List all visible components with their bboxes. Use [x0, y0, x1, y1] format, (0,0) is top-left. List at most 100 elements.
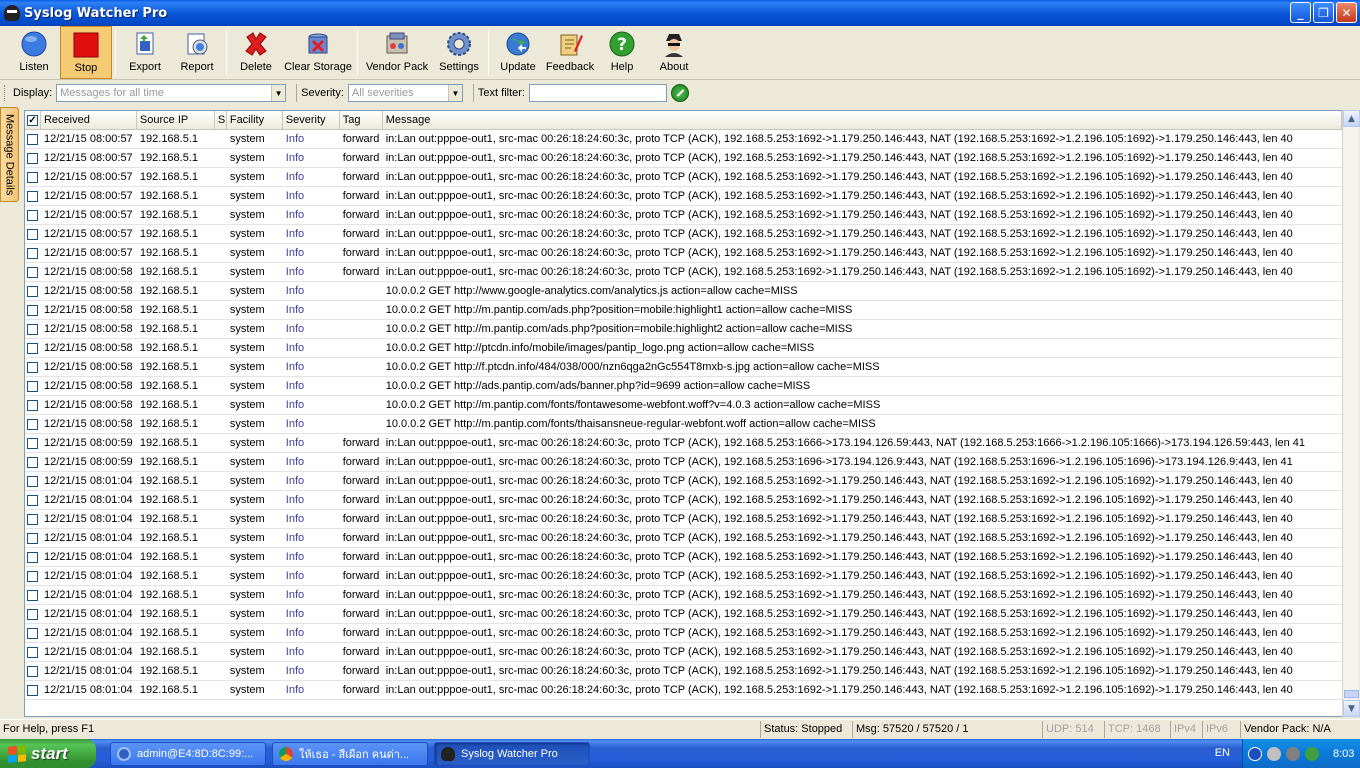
row-checkbox[interactable]	[27, 342, 39, 354]
settings-button[interactable]: Settings	[433, 26, 485, 79]
row-checkbox[interactable]	[27, 304, 39, 316]
row-checkbox[interactable]	[27, 266, 39, 278]
row-checkbox[interactable]	[27, 551, 39, 563]
row-checkbox[interactable]	[27, 190, 39, 202]
text-filter-input[interactable]	[529, 84, 667, 102]
table-row[interactable]: 12/21/15 08:00:58 192.168.5.1 system Info 10…	[25, 301, 1342, 320]
feedback-button[interactable]: Feedback	[544, 26, 596, 79]
row-checkbox[interactable]	[27, 152, 39, 164]
row-checkbox[interactable]	[27, 323, 39, 335]
apply-filter-button[interactable]	[671, 84, 689, 102]
row-checkbox[interactable]	[27, 494, 39, 506]
taskbar-item-terminal[interactable]: admin@E4:8D:8C:99:...	[110, 741, 266, 766]
column-facility[interactable]: Facility	[227, 111, 283, 129]
row-checkbox[interactable]	[27, 646, 39, 658]
table-row[interactable]: 12/21/15 08:00:57 192.168.5.1 system Info fo…	[25, 206, 1342, 225]
table-row[interactable]: 12/21/15 08:01:04 192.168.5.1 system Info fo…	[25, 548, 1342, 567]
table-row[interactable]: 12/21/15 08:01:04 192.168.5.1 system Info fo…	[25, 624, 1342, 643]
row-checkbox[interactable]	[27, 247, 39, 259]
row-checkbox[interactable]	[27, 532, 39, 544]
table-row[interactable]: 12/21/15 08:00:58 192.168.5.1 system Info fo…	[25, 263, 1342, 282]
row-checkbox[interactable]	[27, 399, 39, 411]
row-checkbox[interactable]	[27, 133, 39, 145]
table-row[interactable]: 12/21/15 08:01:04 192.168.5.1 system Info fo…	[25, 491, 1342, 510]
stop-button[interactable]: Stop	[60, 26, 112, 79]
table-row[interactable]: 12/21/15 08:00:57 192.168.5.1 system Info fo…	[25, 149, 1342, 168]
export-button[interactable]: Export	[119, 26, 171, 79]
minimize-button[interactable]: _	[1290, 2, 1311, 23]
listen-button[interactable]: Listen	[8, 26, 60, 79]
column-tag[interactable]: Tag	[340, 111, 383, 129]
scroll-down-icon[interactable]: ▼	[1343, 700, 1360, 717]
vertical-scrollbar[interactable]: ▲ ▼	[1342, 110, 1360, 717]
table-row[interactable]: 12/21/15 08:01:04 192.168.5.1 system Info fo…	[25, 510, 1342, 529]
table-row[interactable]: 12/21/15 08:00:58 192.168.5.1 system Info 10…	[25, 339, 1342, 358]
table-row[interactable]: 12/21/15 08:01:04 192.168.5.1 system Info fo…	[25, 605, 1342, 624]
row-checkbox[interactable]	[27, 665, 39, 677]
table-row[interactable]: 12/21/15 08:01:04 192.168.5.1 system Info fo…	[25, 529, 1342, 548]
message-details-tab[interactable]: Message Details	[0, 107, 19, 202]
network-icon[interactable]	[1267, 746, 1281, 761]
chevron-down-icon[interactable]: ▼	[271, 85, 286, 101]
security-icon[interactable]	[1286, 746, 1300, 761]
column-received[interactable]: Received	[41, 111, 137, 129]
table-row[interactable]: 12/21/15 08:01:04 192.168.5.1 system Info fo…	[25, 643, 1342, 662]
select-all-column[interactable]	[25, 111, 41, 129]
scroll-thumb[interactable]	[1344, 690, 1359, 698]
update-button[interactable]: Update	[492, 26, 544, 79]
toolbar-grip[interactable]	[4, 85, 7, 101]
report-button[interactable]: Report	[171, 26, 223, 79]
select-all-checkbox[interactable]	[26, 114, 38, 126]
chevron-down-icon[interactable]: ▼	[447, 85, 462, 101]
table-row[interactable]: 12/21/15 08:00:57 192.168.5.1 system Info fo…	[25, 225, 1342, 244]
row-checkbox[interactable]	[27, 627, 39, 639]
start-button[interactable]: start	[0, 739, 96, 768]
scroll-up-icon[interactable]: ▲	[1343, 110, 1360, 127]
row-checkbox[interactable]	[27, 361, 39, 373]
row-checkbox[interactable]	[27, 589, 39, 601]
column-s[interactable]: S	[215, 111, 227, 129]
table-row[interactable]: 12/21/15 08:00:58 192.168.5.1 system Info 10…	[25, 415, 1342, 434]
close-button[interactable]: ✕	[1336, 2, 1357, 23]
update-tray-icon[interactable]	[1305, 746, 1319, 761]
row-checkbox[interactable]	[27, 570, 39, 582]
row-checkbox[interactable]	[27, 209, 39, 221]
row-checkbox[interactable]	[27, 285, 39, 297]
table-row[interactable]: 12/21/15 08:01:04 192.168.5.1 system Info fo…	[25, 472, 1342, 491]
taskbar-item-syslog[interactable]: Syslog Watcher Pro	[434, 741, 590, 766]
column-message[interactable]: Message	[383, 111, 1342, 129]
table-row[interactable]: 12/21/15 08:00:58 192.168.5.1 system Info 10…	[25, 377, 1342, 396]
display-select[interactable]: Messages for all time ▼	[56, 84, 287, 102]
row-checkbox[interactable]	[27, 228, 39, 240]
row-checkbox[interactable]	[27, 171, 39, 183]
table-row[interactable]: 12/21/15 08:00:57 192.168.5.1 system Info fo…	[25, 244, 1342, 263]
column-severity[interactable]: Severity	[283, 111, 340, 129]
row-checkbox[interactable]	[27, 608, 39, 620]
table-row[interactable]: 12/21/15 08:00:58 192.168.5.1 system Info 10…	[25, 358, 1342, 377]
row-checkbox[interactable]	[27, 475, 39, 487]
table-row[interactable]: 12/21/15 08:00:59 192.168.5.1 system Info fo…	[25, 434, 1342, 453]
row-checkbox[interactable]	[27, 513, 39, 525]
table-row[interactable]: 12/21/15 08:00:59 192.168.5.1 system Info fo…	[25, 453, 1342, 472]
table-row[interactable]: 12/21/15 08:00:57 192.168.5.1 system Info fo…	[25, 168, 1342, 187]
table-row[interactable]: 12/21/15 08:00:57 192.168.5.1 system Info fo…	[25, 187, 1342, 206]
taskbar-item-chrome[interactable]: ให้เธอ - สีเผือก คนด่า...	[272, 741, 428, 766]
row-checkbox[interactable]	[27, 456, 39, 468]
table-row[interactable]: 12/21/15 08:01:04 192.168.5.1 system Info fo…	[25, 586, 1342, 605]
table-row[interactable]: 12/21/15 08:01:04 192.168.5.1 system Info fo…	[25, 567, 1342, 586]
vendor-pack-button[interactable]: Vendor Pack	[361, 26, 433, 79]
table-row[interactable]: 12/21/15 08:00:58 192.168.5.1 system Info 10…	[25, 396, 1342, 415]
restore-button[interactable]: ❐	[1313, 2, 1334, 23]
delete-button[interactable]: Delete	[230, 26, 282, 79]
about-button[interactable]: About	[648, 26, 700, 79]
column-source-ip[interactable]: Source IP	[137, 111, 215, 129]
row-checkbox[interactable]	[27, 437, 39, 449]
table-row[interactable]: 12/21/15 08:01:04 192.168.5.1 system Info fo…	[25, 662, 1342, 681]
table-row[interactable]: 12/21/15 08:00:58 192.168.5.1 system Info 10…	[25, 320, 1342, 339]
table-row[interactable]: 12/21/15 08:01:04 192.168.5.1 system Info fo…	[25, 681, 1342, 700]
clear-storage-button[interactable]: Clear Storage	[282, 26, 354, 79]
severity-select[interactable]: All severities ▼	[347, 84, 463, 102]
row-checkbox[interactable]	[27, 380, 39, 392]
tray-expand-icon[interactable]	[1248, 746, 1262, 761]
table-row[interactable]: 12/21/15 08:00:57 192.168.5.1 system Info fo…	[25, 130, 1342, 149]
